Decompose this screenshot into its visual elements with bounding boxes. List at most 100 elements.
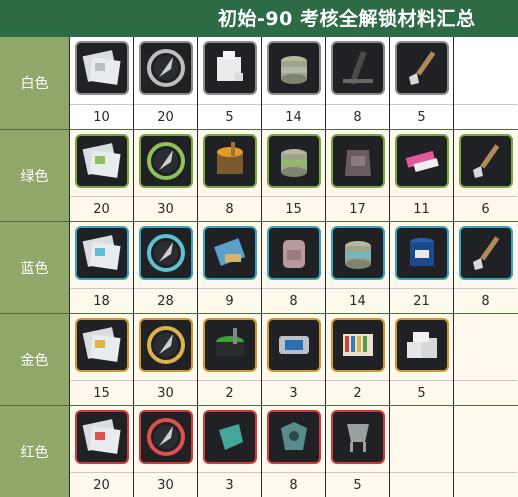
jade-fragment-icon: [203, 410, 257, 464]
material-count: 30: [134, 196, 197, 221]
material-cell: 8: [261, 222, 325, 313]
paintbrush-icon: [459, 134, 513, 188]
tier-row-red: 红色 20 30 3 8 5: [0, 405, 518, 497]
material-count: 14: [326, 288, 389, 313]
material-cell: 15: [69, 314, 133, 405]
material-cell: 30: [133, 130, 197, 221]
material-count: 3: [198, 472, 261, 497]
material-cell: 28: [133, 222, 197, 313]
empty-cell: [453, 406, 517, 497]
material-cell: 8: [261, 406, 325, 497]
material-cell: 11: [389, 130, 453, 221]
material-count: [454, 380, 517, 405]
material-cell: 9: [197, 222, 261, 313]
paintbrush-icon: [459, 226, 513, 280]
material-cell: 20: [69, 130, 133, 221]
material-count: 20: [70, 472, 133, 497]
bronze-vessel-icon: [331, 410, 385, 464]
paint-bucket-icon: [203, 134, 257, 188]
paint-tin-icon: [267, 41, 321, 95]
material-count: 11: [390, 196, 453, 221]
material-count: 5: [390, 104, 453, 129]
materials-grid: 白色 10 20 5 14 8 5 绿色 20 30 8 15 17 11 6 蓝色 18 28 9 8 14 21 8 金色…: [0, 37, 518, 497]
paint-tin-icon: [267, 134, 321, 188]
backpack-icon: [267, 226, 321, 280]
material-cell: 3: [261, 314, 325, 405]
material-count: 20: [70, 196, 133, 221]
tier-row-white: 白色 10 20 5 14 8 5: [0, 37, 518, 129]
device-icon: [267, 318, 321, 372]
material-count: 8: [262, 288, 325, 313]
tier-row-gold: 金色 15 30 2 3 2 5: [0, 313, 518, 405]
material-count: 10: [70, 104, 133, 129]
stamp-paper-icon: [75, 134, 129, 188]
stamp-paper-icon: [75, 410, 129, 464]
feather-emblem-icon: [139, 318, 193, 372]
material-count: 8: [198, 196, 261, 221]
empty-cell: [389, 406, 453, 497]
tier-row-green: 绿色 20 30 8 15 17 11 6: [0, 129, 518, 221]
material-cell: 5: [197, 37, 261, 129]
material-count: 2: [198, 380, 261, 405]
material-count: 2: [326, 380, 389, 405]
material-count: 30: [134, 380, 197, 405]
material-cell: 2: [197, 314, 261, 405]
material-count: 8: [454, 288, 517, 313]
material-cell: 18: [69, 222, 133, 313]
material-count: 30: [134, 472, 197, 497]
material-cell: 5: [389, 314, 453, 405]
material-count: 28: [134, 288, 197, 313]
tier-row-blue: 蓝色 18 28 9 8 14 21 8: [0, 221, 518, 313]
stamp-paper-icon: [75, 41, 129, 95]
tier-label: 蓝色: [0, 222, 69, 313]
glue-box-icon: [203, 41, 257, 95]
materials-table-page: 初始-90 考核全解锁材料汇总 白色 10 20 5 14 8 5 绿色 20 30 8 15 17 11…: [0, 0, 518, 497]
material-count: 8: [326, 104, 389, 129]
material-count: 15: [70, 380, 133, 405]
color-palette-icon: [331, 318, 385, 372]
page-title: 初始-90 考核全解锁材料汇总: [218, 8, 476, 30]
empty-cell: [453, 314, 517, 405]
material-cell: 8: [325, 37, 389, 129]
tier-items: 15 30 2 3 2 5: [69, 314, 518, 405]
material-count: 21: [390, 288, 453, 313]
tier-label: 白色: [0, 37, 69, 129]
material-count: 5: [326, 472, 389, 497]
material-count: 18: [70, 288, 133, 313]
material-cell: 14: [325, 222, 389, 313]
material-count: [454, 472, 517, 497]
material-count: 6: [454, 196, 517, 221]
tier-items: 18 28 9 8 14 21 8: [69, 222, 518, 313]
material-cell: 3: [197, 406, 261, 497]
jade-ornament-icon: [267, 410, 321, 464]
title-bar: 初始-90 考核全解锁材料汇总: [0, 0, 518, 37]
material-cell: 30: [133, 314, 197, 405]
ink-stick-icon: [331, 41, 385, 95]
stamp-paper-icon: [75, 226, 129, 280]
tier-items: 20 30 3 8 5: [69, 406, 518, 497]
paintbrush-icon: [395, 41, 449, 95]
material-count: 15: [262, 196, 325, 221]
material-cell: 14: [261, 37, 325, 129]
material-cell: 5: [389, 37, 453, 129]
paint-barrel-icon: [395, 226, 449, 280]
feather-emblem-icon: [139, 41, 193, 95]
tier-items: 10 20 5 14 8 5: [69, 37, 518, 129]
paint-tin-icon: [331, 226, 385, 280]
material-count: 5: [198, 104, 261, 129]
material-cell: 2: [325, 314, 389, 405]
empty-cell: [453, 37, 517, 129]
feather-emblem-icon: [139, 410, 193, 464]
material-count: 20: [134, 104, 197, 129]
material-count: 17: [326, 196, 389, 221]
paint-tube-icon: [395, 134, 449, 188]
material-cell: 21: [389, 222, 453, 313]
material-cell: 30: [133, 406, 197, 497]
material-count: 14: [262, 104, 325, 129]
material-count: 8: [262, 472, 325, 497]
material-cell: 8: [453, 222, 517, 313]
material-cell: 6: [453, 130, 517, 221]
material-cell: 20: [133, 37, 197, 129]
material-count: 5: [390, 380, 453, 405]
tier-label: 绿色: [0, 130, 69, 221]
